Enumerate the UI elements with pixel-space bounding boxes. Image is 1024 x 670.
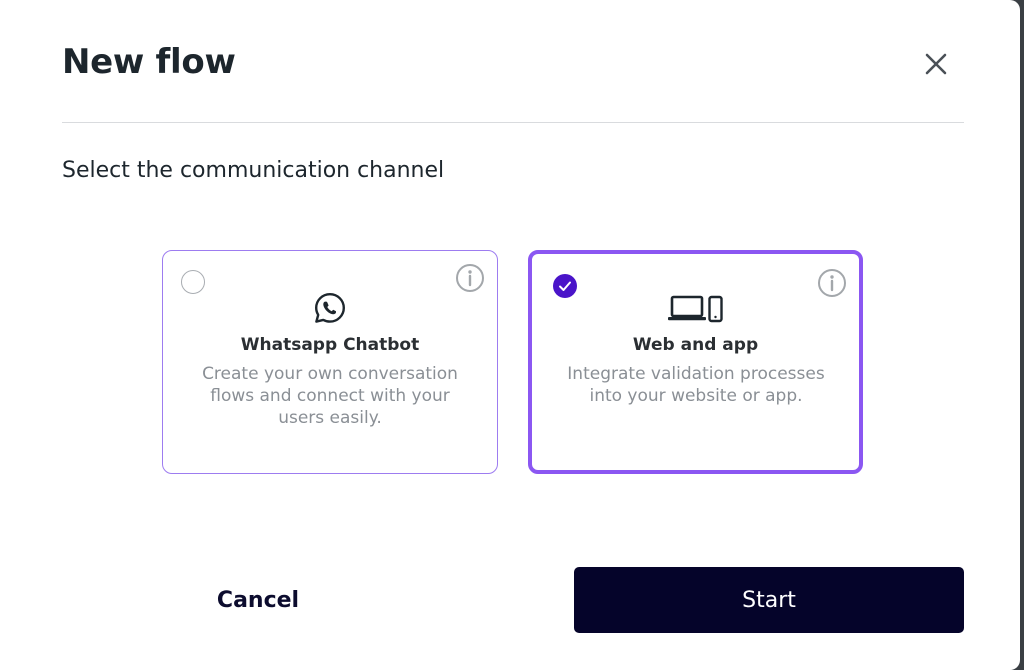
channel-prompt: Select the communication channel bbox=[62, 158, 445, 183]
channel-title-web-and-app: Web and app bbox=[632, 335, 759, 355]
close-icon[interactable] bbox=[918, 46, 954, 82]
new-flow-modal: New flow Select the communication channe… bbox=[0, 0, 1020, 670]
info-icon[interactable] bbox=[455, 263, 485, 293]
cancel-button[interactable]: Cancel bbox=[150, 568, 366, 632]
channel-title-whatsapp: Whatsapp Chatbot bbox=[240, 335, 420, 355]
modal-title: New flow bbox=[62, 42, 236, 82]
channel-card-web-and-app[interactable]: Web and app Integrate validation process… bbox=[528, 250, 863, 474]
channel-description-whatsapp: Create your own conversation flows and c… bbox=[202, 364, 458, 428]
channel-description-web-and-app: Integrate validation processes into your… bbox=[567, 364, 825, 406]
header-divider bbox=[62, 122, 964, 123]
start-button[interactable]: Start bbox=[574, 567, 964, 633]
laptop-phone-icon bbox=[667, 295, 723, 323]
channel-card-whatsapp[interactable]: Whatsapp Chatbot Create your own convers… bbox=[162, 250, 498, 474]
whatsapp-icon bbox=[315, 293, 345, 323]
